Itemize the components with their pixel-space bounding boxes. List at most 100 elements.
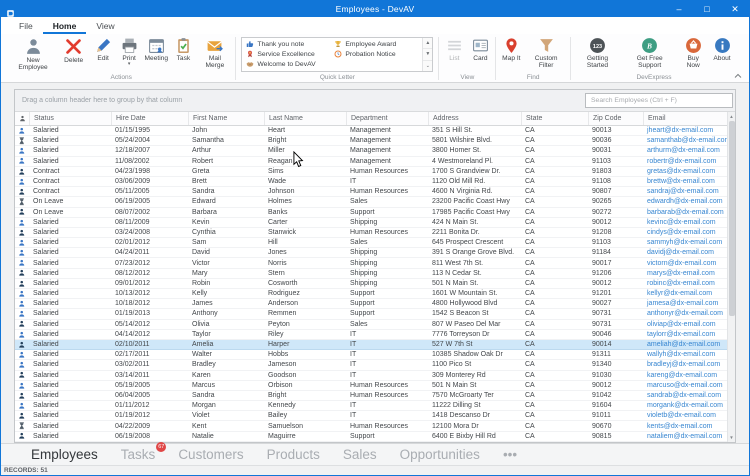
group-by-panel[interactable]: Drag a column header here to group by th…: [15, 90, 735, 112]
new-employee-button[interactable]: New Employee: [9, 35, 57, 73]
gallery-scroll-up-icon[interactable]: ▲: [423, 38, 432, 48]
gallery-item-welcome-to-devav[interactable]: Welcome to DevAV: [244, 60, 332, 70]
table-row[interactable]: Salaried03/14/2011KarenGoodsonIT309 Mont…: [15, 371, 727, 381]
table-row[interactable]: Salaried05/19/2005MarcusOrbisonHuman Res…: [15, 381, 727, 391]
table-row[interactable]: Salaried08/12/2012MarySternShipping113 N…: [15, 269, 727, 279]
ribbon-tab-file[interactable]: File: [9, 21, 43, 34]
cell-email[interactable]: kellyr@dx-email.com: [643, 289, 727, 298]
gallery-item-probation-notice[interactable]: Probation Notice: [332, 50, 420, 60]
table-row[interactable]: Salaried04/14/2012TaylorRileyIT7776 Torr…: [15, 330, 727, 340]
table-row[interactable]: Salaried02/17/2011WalterHobbsIT10385 Sha…: [15, 350, 727, 360]
table-row[interactable]: Salaried01/15/1995JohnHeartManagement351…: [15, 126, 727, 136]
gallery-dropdown-icon[interactable]: ⌄: [423, 60, 432, 71]
scroll-up-icon[interactable]: ▲: [728, 112, 735, 121]
vertical-scrollbar[interactable]: ▲ ▼: [727, 112, 735, 442]
gallery-scroll-down-icon[interactable]: ▼: [423, 48, 432, 59]
table-row[interactable]: On Leave06/19/2005EdwardHolmesSales23200…: [15, 197, 727, 207]
table-row[interactable]: Salaried02/10/2011AmeliaHarperIT527 W 7t…: [15, 340, 727, 350]
column-header-state[interactable]: State: [521, 112, 588, 125]
cell-email[interactable]: barbarab@dx-email.com: [643, 208, 727, 217]
about-button[interactable]: About: [709, 35, 735, 73]
cell-email[interactable]: kents@dx-email.com: [643, 421, 727, 430]
cell-email[interactable]: marcuso@dx-email.com: [643, 381, 727, 390]
ribbon-tab-home[interactable]: Home: [43, 21, 87, 34]
delete-button[interactable]: Delete: [57, 35, 90, 73]
column-header-first-name[interactable]: First Name: [188, 112, 264, 125]
table-row[interactable]: Salaried01/11/2012MorganKennedyIT11222 D…: [15, 401, 727, 411]
cell-email[interactable]: robertr@dx-email.com: [643, 157, 727, 166]
gallery-scrollbar[interactable]: ▲▼⌄: [422, 38, 432, 71]
cell-email[interactable]: victorn@dx-email.com: [643, 258, 727, 267]
tab-sales[interactable]: Sales: [343, 447, 377, 462]
table-row[interactable]: Salaried08/11/2009KevinCarterShipping424…: [15, 218, 727, 228]
table-row[interactable]: Salaried05/24/2004SamanthaBrightManageme…: [15, 136, 727, 146]
cell-email[interactable]: samanthab@dx-email.com: [643, 136, 727, 145]
column-header-status[interactable]: Status: [29, 112, 111, 125]
print-button[interactable]: Print▾: [116, 35, 142, 73]
scrollbar-thumb[interactable]: [729, 121, 735, 316]
column-header-hire-date[interactable]: Hire Date: [111, 112, 188, 125]
gallery-item-thank-you-note[interactable]: Thank you note: [244, 40, 332, 50]
column-header-email[interactable]: Email: [643, 112, 727, 125]
maximize-button[interactable]: □: [693, 1, 721, 17]
cell-email[interactable]: sandraj@dx-email.com: [643, 187, 727, 196]
table-row[interactable]: Salaried04/24/2011DavidJonesShipping391 …: [15, 248, 727, 258]
table-row[interactable]: Salaried04/22/2009KentSamuelsonHuman Res…: [15, 421, 727, 431]
cell-email[interactable]: arthurm@dx-email.com: [643, 146, 727, 155]
table-row[interactable]: Salaried10/18/2012JamesAndersonSupport48…: [15, 299, 727, 309]
column-header-last-name[interactable]: Last Name: [264, 112, 346, 125]
cell-email[interactable]: oliviap@dx-email.com: [643, 320, 727, 329]
table-row[interactable]: Salaried07/23/2012VictorNorrisShipping81…: [15, 258, 727, 268]
table-row[interactable]: Salaried10/13/2012KellyRodriguezSupport1…: [15, 289, 727, 299]
table-row[interactable]: Contract05/11/2005SandraJohnsonHuman Res…: [15, 187, 727, 197]
task-button[interactable]: Task: [170, 35, 196, 73]
table-row[interactable]: Contract04/23/1998GretaSimsHuman Resourc…: [15, 167, 727, 177]
cell-email[interactable]: brettw@dx-email.com: [643, 177, 727, 186]
cell-email[interactable]: jamesa@dx-email.com: [643, 299, 727, 308]
map-it-button[interactable]: Map It: [498, 35, 524, 73]
column-header-department[interactable]: Department: [346, 112, 428, 125]
cell-email[interactable]: jheart@dx-email.com: [643, 126, 727, 135]
table-row[interactable]: Salaried01/19/2012VioletBaileyIT1418 Des…: [15, 411, 727, 421]
cell-email[interactable]: sammyh@dx-email.com: [643, 238, 727, 247]
tab-employees[interactable]: Employees: [31, 447, 98, 462]
custom-filter-button[interactable]: Custom Filter: [524, 35, 568, 73]
mail-merge-button[interactable]: Mail Merge: [196, 35, 233, 73]
scroll-down-icon[interactable]: ▼: [728, 433, 735, 442]
tab-products[interactable]: Products: [267, 447, 320, 462]
get-free-support-button[interactable]: BGet Free Support: [622, 35, 677, 73]
cell-email[interactable]: gretas@dx-email.com: [643, 167, 727, 176]
table-row[interactable]: On Leave08/07/2002BarbaraBanksSupport179…: [15, 208, 727, 218]
meeting-button[interactable]: Meeting: [142, 35, 170, 73]
cell-email[interactable]: robinc@dx-email.com: [643, 279, 727, 288]
cell-email[interactable]: davidj@dx-email.com: [643, 248, 727, 257]
table-row[interactable]: Salaried03/24/2008CynthiaStanwickHuman R…: [15, 228, 727, 238]
cell-email[interactable]: cindys@dx-email.com: [643, 228, 727, 237]
tab-customers[interactable]: Customers: [178, 447, 243, 462]
table-row[interactable]: Salaried06/04/2005SandraBrightHuman Reso…: [15, 391, 727, 401]
card-button[interactable]: Card: [467, 35, 493, 73]
cell-email[interactable]: violetb@dx-email.com: [643, 411, 727, 420]
tab-overflow[interactable]: •••: [503, 447, 517, 462]
table-row[interactable]: Salaried02/01/2012SamHillSales645 Prospe…: [15, 238, 727, 248]
table-row[interactable]: Salaried05/14/2012OliviaPeytonSales807 W…: [15, 320, 727, 330]
cell-email[interactable]: kareng@dx-email.com: [643, 371, 727, 380]
cell-email[interactable]: edwardh@dx-email.com: [643, 197, 727, 206]
close-button[interactable]: ✕: [721, 1, 749, 17]
ribbon-tab-view[interactable]: View: [86, 21, 124, 34]
cell-email[interactable]: anthonyr@dx-email.com: [643, 309, 727, 318]
cell-email[interactable]: ameliah@dx-email.com: [643, 340, 727, 349]
getting-started-button[interactable]: 123Getting Started: [573, 35, 622, 73]
gallery-item-service-excellence[interactable]: Service Excellence: [244, 50, 332, 60]
status-icon-column-header[interactable]: [15, 112, 29, 125]
cell-email[interactable]: marys@dx-email.com: [643, 269, 727, 278]
cell-email[interactable]: wallyh@dx-email.com: [643, 350, 727, 359]
cell-email[interactable]: taylorr@dx-email.com: [643, 330, 727, 339]
table-row[interactable]: Salaried01/19/2013AnthonyRemmenSupport15…: [15, 309, 727, 319]
table-row[interactable]: Salaried12/18/2007ArthurMillerManagement…: [15, 146, 727, 156]
table-row[interactable]: Salaried09/01/2012RobinCosworthShipping5…: [15, 279, 727, 289]
tab-opportunities[interactable]: Opportunities: [400, 447, 480, 462]
cell-email[interactable]: nataliem@dx-email.com: [643, 432, 727, 441]
dropdown-caret-icon[interactable]: ▾: [128, 62, 131, 66]
table-row[interactable]: Contract03/06/2009BrettWadeIT1120 Old Mi…: [15, 177, 727, 187]
